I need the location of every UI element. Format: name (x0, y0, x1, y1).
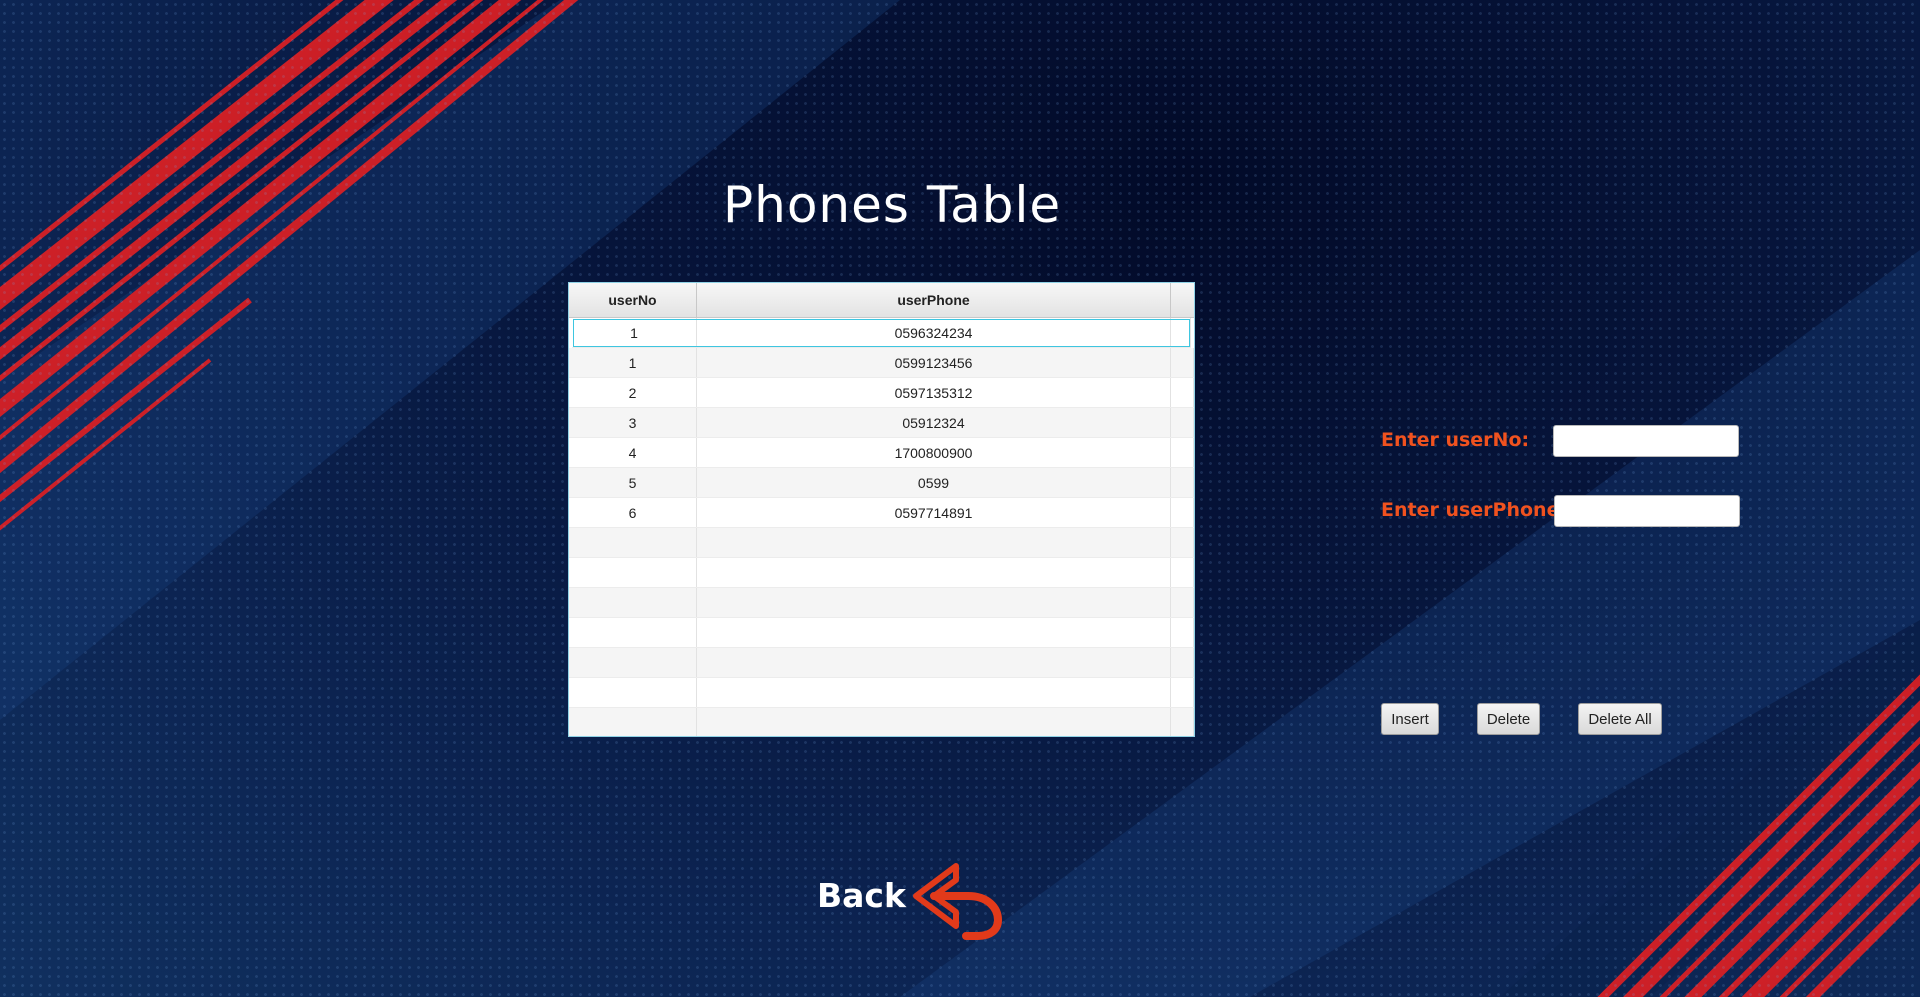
userno-label: Enter userNo: (1381, 429, 1530, 451)
empty-cell (697, 678, 1171, 707)
cell-userno: 4 (569, 438, 697, 467)
cell-userno: 3 (569, 408, 697, 437)
empty-cell (569, 708, 697, 736)
cell-userphone: 0599 (697, 468, 1171, 497)
empty-cell (697, 618, 1171, 647)
delete-button[interactable]: Delete (1477, 703, 1540, 735)
cell-userno: 1 (569, 348, 697, 377)
table-row[interactable]: 4 1700800900 (569, 438, 1194, 468)
table-row-empty (569, 708, 1194, 736)
cell-filler (1171, 468, 1194, 497)
empty-cell (1171, 618, 1194, 647)
cell-filler (1171, 318, 1191, 347)
empty-cell (697, 528, 1171, 557)
delete-all-button[interactable]: Delete All (1578, 703, 1662, 735)
table-body: 1 0596324234 1 0599123456 2 0597135312 3… (569, 318, 1194, 736)
table-row-empty (569, 648, 1194, 678)
userphone-input[interactable] (1554, 495, 1740, 527)
cell-userno: 5 (569, 468, 697, 497)
table-row-empty (569, 528, 1194, 558)
table-row[interactable]: 3 05912324 (569, 408, 1194, 438)
empty-cell (569, 618, 697, 647)
table-row[interactable]: 1 0596324234 (572, 318, 1191, 348)
empty-cell (1171, 648, 1194, 677)
empty-cell (697, 648, 1171, 677)
empty-cell (569, 588, 697, 617)
column-header-filler (1171, 283, 1194, 317)
cell-filler (1171, 348, 1194, 377)
empty-cell (697, 588, 1171, 617)
cell-userphone: 1700800900 (697, 438, 1171, 467)
back-button-label[interactable]: Back (817, 876, 906, 915)
cell-userphone: 0599123456 (697, 348, 1171, 377)
cell-filler (1171, 438, 1194, 467)
cell-userno: 1 (572, 318, 697, 347)
empty-cell (569, 678, 697, 707)
table-row-empty (569, 678, 1194, 708)
app-window: Phones Table userNo userPhone 1 05963242… (0, 0, 1920, 997)
cell-userphone: 0597714891 (697, 498, 1171, 527)
table-row[interactable]: 1 0599123456 (569, 348, 1194, 378)
cell-userphone: 0596324234 (697, 318, 1171, 347)
table-row-empty (569, 618, 1194, 648)
cell-userphone: 05912324 (697, 408, 1171, 437)
table-row[interactable]: 5 0599 (569, 468, 1194, 498)
column-header-userno[interactable]: userNo (569, 283, 697, 317)
cell-filler (1171, 408, 1194, 437)
empty-cell (569, 648, 697, 677)
column-header-userphone[interactable]: userPhone (697, 283, 1171, 317)
empty-cell (1171, 588, 1194, 617)
empty-cell (1171, 708, 1194, 736)
table-row-empty (569, 588, 1194, 618)
table-header: userNo userPhone (569, 283, 1194, 318)
empty-cell (569, 558, 697, 587)
cell-userphone: 0597135312 (697, 378, 1171, 407)
cell-userno: 6 (569, 498, 697, 527)
table-row[interactable]: 6 0597714891 (569, 498, 1194, 528)
page-title: Phones Table (723, 176, 1062, 234)
table-row-empty (569, 558, 1194, 588)
cell-userno: 2 (569, 378, 697, 407)
phones-table[interactable]: userNo userPhone 1 0596324234 1 05991234… (568, 282, 1195, 737)
cell-filler (1171, 378, 1194, 407)
empty-cell (569, 528, 697, 557)
empty-cell (1171, 528, 1194, 557)
empty-cell (1171, 558, 1194, 587)
empty-cell (697, 558, 1171, 587)
return-arrow-icon[interactable] (908, 858, 1004, 940)
userno-input[interactable] (1553, 425, 1739, 457)
empty-cell (1171, 678, 1194, 707)
insert-button[interactable]: Insert (1381, 703, 1439, 735)
cell-filler (1171, 498, 1194, 527)
empty-cell (697, 708, 1171, 736)
table-row[interactable]: 2 0597135312 (569, 378, 1194, 408)
userphone-label: Enter userPhone: (1381, 499, 1568, 521)
